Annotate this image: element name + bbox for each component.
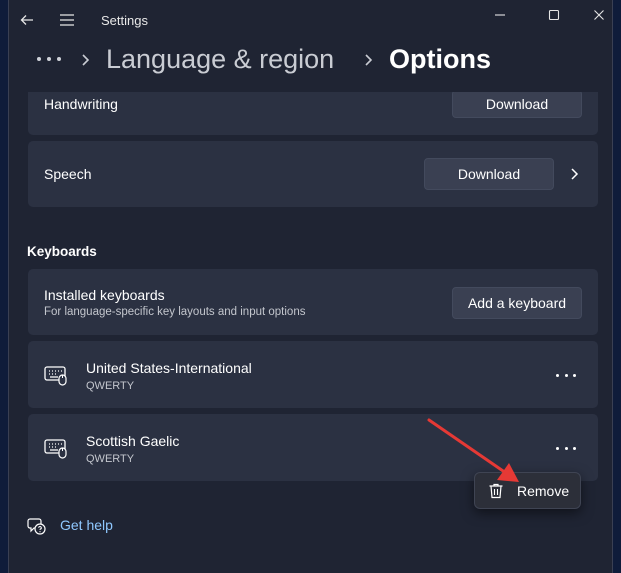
keyboard-icon (44, 438, 70, 460)
keyboard-layout: QWERTY (86, 453, 135, 465)
keyboard-name: Scottish Gaelic (86, 433, 180, 449)
handwriting-card: Handwriting Download (28, 92, 598, 135)
title-bar: Settings (9, 0, 612, 40)
installed-keyboards-label: Installed keyboards (44, 287, 165, 303)
breadcrumb: Language & region Options (9, 40, 612, 92)
remove-label: Remove (517, 483, 570, 499)
speech-card[interactable]: Speech Download (28, 141, 598, 207)
back-arrow-icon[interactable] (17, 10, 37, 30)
maximize-icon[interactable] (531, 3, 577, 27)
breadcrumb-more-icon[interactable] (37, 52, 61, 66)
page-title: Options (389, 44, 491, 74)
get-help-label: Get help (60, 517, 113, 533)
remove-menu-item[interactable]: Remove (474, 472, 581, 509)
minimize-icon[interactable] (477, 3, 523, 27)
settings-window: Settings Language & region Options Handw… (8, 0, 613, 573)
breadcrumb-language-region[interactable]: Language & region (106, 44, 334, 75)
keyboard-icon (44, 365, 70, 387)
add-keyboard-button[interactable]: Add a keyboard (452, 287, 582, 319)
trash-icon (487, 482, 505, 500)
speech-download-button[interactable]: Download (424, 158, 554, 190)
help-icon (27, 516, 47, 536)
get-help-link[interactable]: Get help (27, 514, 113, 538)
handwriting-download-button[interactable]: Download (452, 92, 582, 118)
keyboard-layout: QWERTY (86, 380, 135, 392)
keyboards-section-title: Keyboards (27, 244, 97, 259)
chevron-right-icon (80, 52, 92, 68)
chevron-right-icon (363, 52, 375, 68)
close-icon[interactable] (576, 3, 612, 27)
window-title: Settings (101, 13, 148, 28)
keyboard-item: Scottish Gaelic QWERTY (28, 414, 598, 481)
speech-label: Speech (44, 166, 92, 182)
more-options-icon[interactable] (556, 370, 576, 380)
keyboard-name: United States-International (86, 360, 252, 376)
installed-keyboards-card: Installed keyboards For language-specifi… (28, 269, 598, 335)
handwriting-label: Handwriting (44, 96, 118, 112)
installed-keyboards-subtitle: For language-specific key layouts and in… (44, 306, 306, 318)
more-options-icon[interactable] (556, 443, 576, 453)
keyboard-item: United States-International QWERTY (28, 341, 598, 408)
chevron-right-icon[interactable] (569, 166, 581, 182)
hamburger-menu-icon[interactable] (57, 10, 77, 30)
